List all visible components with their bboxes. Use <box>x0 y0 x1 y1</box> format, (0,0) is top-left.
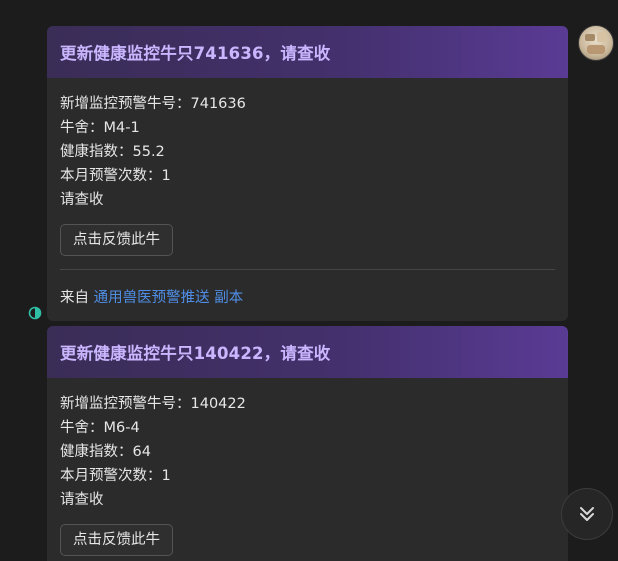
message-card: 更新健康监控牛只741636，请查收 新增监控预警牛号：741636 牛舍：M4… <box>47 26 568 321</box>
feedback-button[interactable]: 点击反馈此牛 <box>60 524 173 556</box>
status-circle-icon[interactable] <box>28 306 42 320</box>
monthly-alert-count-line: 本月预警次数：1 <box>60 468 171 484</box>
chat-view: 更新健康监控牛只741636，请查收 新增监控预警牛号：741636 牛舍：M4… <box>0 0 618 561</box>
cattle-id-line: 新增监控预警牛号：140422 <box>60 396 246 412</box>
source-link[interactable]: 通用兽医预警推送 副本 <box>94 290 244 306</box>
double-chevron-down-icon <box>580 507 594 521</box>
scroll-to-bottom-button[interactable] <box>561 488 613 540</box>
card-title: 更新健康监控牛只741636，请查收 <box>60 44 331 63</box>
health-index-line: 健康指数：55.2 <box>60 144 165 160</box>
card-body: 新增监控预警牛号：140422 牛舍：M6-4 健康指数：64 本月预警次数：1… <box>47 378 568 556</box>
health-index-line: 健康指数：64 <box>60 444 151 460</box>
card-header: 更新健康监控牛只140422，请查收 <box>47 326 568 378</box>
card-title: 更新健康监控牛只140422，请查收 <box>60 344 331 363</box>
card-header: 更新健康监控牛只741636，请查收 <box>47 26 568 78</box>
divider <box>60 269 555 270</box>
monthly-alert-count-line: 本月预警次数：1 <box>60 168 171 184</box>
please-check-line: 请查收 <box>60 492 104 508</box>
card-body: 新增监控预警牛号：741636 牛舍：M4-1 健康指数：55.2 本月预警次数… <box>47 78 568 307</box>
barn-line: 牛舍：M4-1 <box>60 120 140 136</box>
barn-line: 牛舍：M6-4 <box>60 420 140 436</box>
message-card: 更新健康监控牛只140422，请查收 新增监控预警牛号：140422 牛舍：M6… <box>47 326 568 561</box>
feedback-button[interactable]: 点击反馈此牛 <box>60 224 173 256</box>
avatar[interactable] <box>578 25 614 61</box>
source-prefix: 来自 <box>60 290 89 306</box>
source-line: 来自 通用兽医预警推送 副本 <box>60 286 555 307</box>
cattle-id-line: 新增监控预警牛号：741636 <box>60 96 246 112</box>
please-check-line: 请查收 <box>60 192 104 208</box>
